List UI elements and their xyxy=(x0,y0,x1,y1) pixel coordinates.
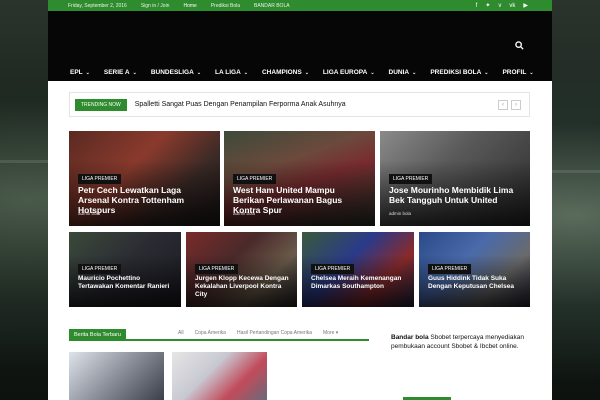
main-content: TRENDING NOW Spalletti Sangat Puas Denga… xyxy=(48,81,552,400)
chevron-down-icon: ⌄ xyxy=(132,70,137,76)
more-dropdown[interactable]: More xyxy=(323,330,338,336)
chevron-down-icon: ⌄ xyxy=(243,70,248,76)
prediksi-link[interactable]: Prediksi Bola xyxy=(211,3,240,9)
trending-headline[interactable]: Spalletti Sangat Puas Dengan Penampilan … xyxy=(135,101,346,108)
category-badge[interactable]: LIGA PREMIER xyxy=(233,174,277,184)
nav-item-serie-a[interactable]: SERIE A ⌄ xyxy=(104,69,137,76)
news-card[interactable]: LIGA PREMIER Guus Hiddink Tidak Suka Den… xyxy=(419,232,530,307)
card-title[interactable]: Jurgen Klopp Kecewa Dengan Kekalahan Liv… xyxy=(195,275,289,298)
filter-all[interactable]: All xyxy=(178,330,184,336)
nav-item-profil[interactable]: PROFIL ⌄ xyxy=(502,69,533,76)
chevron-down-icon: ⌄ xyxy=(484,70,489,76)
category-badge[interactable]: LIGA PREMIER xyxy=(78,174,122,184)
trending-badge: TRENDING NOW xyxy=(75,98,127,111)
twitter-icon[interactable]: ✦ xyxy=(485,2,490,9)
vk-icon[interactable]: vk xyxy=(509,3,515,9)
article-thumbnail[interactable] xyxy=(69,352,164,400)
sidebar-link-bandar-bola[interactable]: Bandar bola xyxy=(391,334,429,341)
vimeo-icon[interactable]: v xyxy=(498,3,501,9)
facebook-icon[interactable]: f xyxy=(476,3,478,9)
category-badge[interactable]: LIGA PREMIER xyxy=(78,264,122,274)
card-author[interactable]: admin bola xyxy=(389,211,411,216)
section-title: Berita Bola Terbaru xyxy=(69,329,126,341)
news-card[interactable]: LIGA PREMIER Chelsea Meraih Kemenangan D… xyxy=(302,232,414,307)
filter-hasil-pertandingan[interactable]: Hasil Pertandingan Copa Amerika xyxy=(237,330,312,336)
category-badge[interactable]: LIGA PREMIER xyxy=(428,264,472,274)
category-badge[interactable]: LIGA PREMIER xyxy=(195,264,239,274)
next-arrow-icon[interactable]: › xyxy=(511,100,521,110)
nav-item-liga-europa[interactable]: LIGA EUROPA ⌄ xyxy=(323,69,375,76)
nav-item-bundesliga[interactable]: BUNDESLIGA ⌄ xyxy=(151,69,201,76)
nav-item-champions[interactable]: CHAMPIONS ⌄ xyxy=(262,69,309,76)
main-nav: EPL ⌄ SERIE A ⌄ BUNDESLIGA ⌄ LA LIGA ⌄ CHAMP… xyxy=(70,69,548,76)
category-badge[interactable]: LIGA PREMIER xyxy=(389,174,433,184)
chevron-down-icon: ⌄ xyxy=(529,70,534,76)
featured-card[interactable]: LIGA PREMIER West Ham United Mampu Berik… xyxy=(224,131,375,226)
featured-card[interactable]: LIGA PREMIER Jose Mourinho Membidik Lima… xyxy=(380,131,530,226)
bandar-link[interactable]: BANDAR BOLA xyxy=(254,3,290,9)
youtube-icon[interactable]: ▶ xyxy=(523,2,528,9)
chevron-down-icon: ⌄ xyxy=(412,70,417,76)
trending-bar: TRENDING NOW Spalletti Sangat Puas Denga… xyxy=(69,92,530,117)
nav-item-prediksi-bola[interactable]: PREDIKSI BOLA ⌄ xyxy=(430,69,488,76)
chevron-down-icon: ⌄ xyxy=(196,70,202,76)
article-thumbnail[interactable] xyxy=(172,352,267,400)
card-title[interactable]: Chelsea Meraih Kemenangan Dimarkas South… xyxy=(311,275,406,291)
chevron-down-icon: ⌄ xyxy=(370,70,375,76)
social-links: f ✦ v vk ▶ xyxy=(476,0,528,11)
news-card[interactable]: LIGA PREMIER Jurgen Klopp Kecewa Dengan … xyxy=(186,232,297,307)
signin-link[interactable]: Sign in / Join xyxy=(141,3,170,9)
section-header: Berita Bola Terbaru All Copa Amerika Has… xyxy=(69,327,369,341)
site-header: EPL ⌄ SERIE A ⌄ BUNDESLIGA ⌄ LA LIGA ⌄ CHAMP… xyxy=(48,11,552,81)
top-bar: Friday, September 2, 2016 Sign in / Join… xyxy=(48,0,552,11)
filter-copa-amerika[interactable]: Copa Amerika xyxy=(195,330,226,336)
card-title[interactable]: Guus Hiddink Tidak Suka Dengan Keputusan… xyxy=(428,275,522,291)
nav-item-la-liga[interactable]: LA LIGA ⌄ xyxy=(215,69,248,76)
date-text: Friday, September 2, 2016 xyxy=(68,2,127,9)
featured-card[interactable]: LIGA PREMIER Petr Cech Lewatkan Laga Ars… xyxy=(69,131,220,226)
home-link[interactable]: Home xyxy=(183,3,196,9)
search-icon[interactable] xyxy=(515,41,524,52)
nav-item-dunia[interactable]: DUNIA ⌄ xyxy=(389,69,417,76)
card-title[interactable]: Mauricio Pochettino Tertawakan Komentar … xyxy=(78,275,173,291)
chevron-down-icon: ⌄ xyxy=(85,70,90,76)
prev-arrow-icon[interactable]: ‹ xyxy=(498,100,508,110)
category-badge[interactable]: LIGA PREMIER xyxy=(311,264,355,274)
news-card[interactable]: LIGA PREMIER Mauricio Pochettino Tertawa… xyxy=(69,232,181,307)
sidebar-description: Bandar bola Sbobet terpercaya menyediaka… xyxy=(391,334,529,352)
nav-item-epl[interactable]: EPL ⌄ xyxy=(70,69,90,76)
card-title[interactable]: Jose Mourinho Membidik Lima Bek Tangguh … xyxy=(389,185,522,205)
card-author[interactable]: admin bola xyxy=(78,211,100,216)
card-author[interactable]: admin bola xyxy=(233,211,255,216)
chevron-down-icon: ⌄ xyxy=(304,70,309,76)
